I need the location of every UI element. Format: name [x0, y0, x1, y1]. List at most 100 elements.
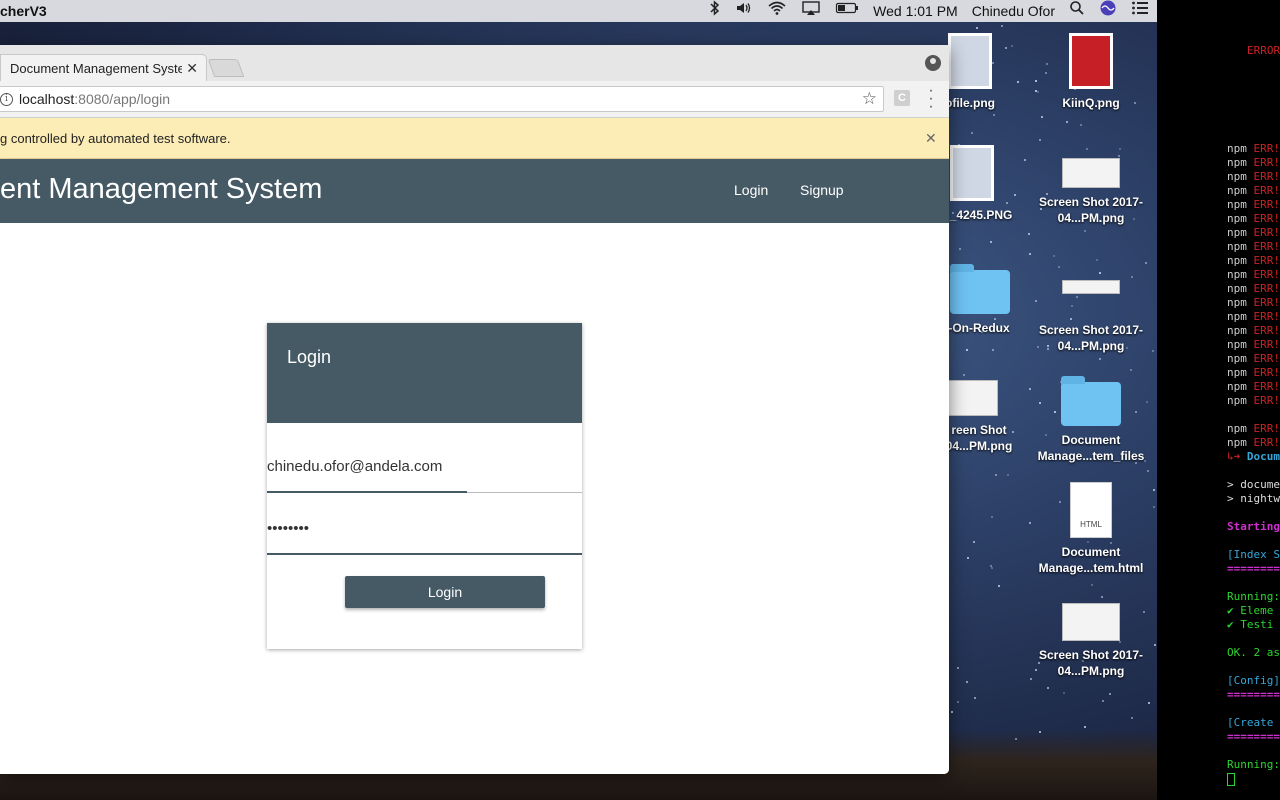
desktop-file-screenshot-4[interactable]: Screen Shot 2017-04...PM.png — [1036, 603, 1146, 679]
menu-bar-status-items: Wed 1:01 PM Chinedu Ofor — [709, 0, 1149, 22]
star — [970, 132, 973, 135]
star — [975, 27, 978, 30]
desktop-icon-label: Document Manage...tem.html — [1038, 545, 1144, 575]
npm-error-line: npm ERR! — [1227, 310, 1280, 323]
desktop-icon-label: Screen Shot 2017-04...PM.png — [1038, 323, 1144, 353]
profile-icon[interactable] — [925, 55, 941, 71]
star — [1047, 686, 1050, 689]
star — [957, 701, 960, 704]
star — [965, 681, 968, 684]
airplay-icon[interactable] — [801, 0, 821, 22]
star — [950, 710, 953, 713]
npm-error-line: npm ERR! — [1227, 184, 1280, 197]
star — [989, 241, 992, 244]
terminal-divider: ========= — [1227, 562, 1280, 575]
star — [1146, 469, 1149, 472]
star — [967, 556, 970, 559]
extension-icon[interactable]: C — [894, 90, 910, 106]
email-underline — [267, 491, 467, 493]
star — [1085, 148, 1088, 151]
password-input-value: •••••••• — [267, 520, 310, 537]
password-underline — [267, 553, 467, 555]
address-bar[interactable]: i localhost:8080/app/login ☆ — [0, 86, 884, 112]
menu-bar-clock[interactable]: Wed 1:01 PM — [873, 3, 958, 19]
star — [963, 373, 966, 376]
tab-strip: Document Management Syster ✕ — [0, 45, 949, 81]
npm-error-line: npm ERR! — [1227, 436, 1280, 449]
npm-error-line: npm ERR! — [1227, 380, 1280, 393]
folder-icon — [950, 264, 1010, 314]
browser-toolbar: i localhost:8080/app/login ☆ C · · · — [0, 81, 949, 118]
npm-error-line: npm ERR! — [1227, 268, 1280, 281]
login-submit-button[interactable]: Login — [345, 576, 545, 608]
desktop-icon-label: _4245.PNG — [949, 208, 1013, 222]
screenshot-thumbnail — [1062, 280, 1120, 294]
terminal-window[interactable]: a ERROR a a npm ERR!npm ERR!npm ERR!npm … — [1157, 0, 1280, 800]
menu-bar-user[interactable]: Chinedu Ofor — [972, 3, 1055, 19]
npm-error-line: npm ERR! — [1227, 212, 1280, 225]
desktop-icon-label: Screen Shot 2017-04...PM.png — [1038, 648, 1144, 678]
star — [992, 114, 995, 117]
page-content: Login chinedu.ofor@andela.com •••••••• L… — [0, 223, 949, 774]
notification-center-icon[interactable] — [1131, 0, 1149, 22]
star — [973, 541, 976, 544]
browser-menu-icon[interactable]: · · · — [925, 83, 937, 115]
desktop-file-screenshot-1[interactable]: Screen Shot 2017-04...PM.png — [1036, 158, 1146, 226]
npm-error-line: npm ERR! — [1227, 324, 1280, 337]
file-type-badge: HTML — [1080, 520, 1102, 529]
new-tab-button[interactable] — [207, 59, 245, 77]
desktop-file-kiinq[interactable]: KiinQ.png — [1036, 33, 1146, 111]
volume-icon[interactable] — [735, 0, 753, 22]
battery-icon[interactable] — [835, 0, 859, 22]
active-app-name[interactable]: cherV3 — [0, 3, 47, 19]
nav-signup-link[interactable]: Signup — [800, 182, 844, 198]
star — [1090, 584, 1093, 587]
siri-icon[interactable] — [1099, 0, 1117, 23]
star — [1130, 276, 1133, 279]
terminal-line: ERROR — [1247, 44, 1280, 57]
screenshot-thumbnail — [948, 380, 998, 416]
star — [998, 584, 1001, 587]
terminal-cursor[interactable] — [1227, 772, 1235, 786]
desktop-folder-document-files[interactable]: Document Manage...tem_files — [1036, 376, 1146, 464]
npm-error-line: npm ERR! — [1227, 254, 1280, 267]
desktop-icon-label: Document Manage...tem_files — [1037, 433, 1145, 463]
info-icon[interactable]: i — [0, 93, 13, 106]
star — [1099, 358, 1102, 361]
email-field[interactable]: chinedu.ofor@andela.com — [267, 445, 582, 493]
terminal-line: [Create — [1227, 716, 1274, 729]
password-field[interactable]: •••••••• — [267, 507, 582, 555]
star — [990, 567, 993, 570]
browser-tab[interactable]: Document Management Syster ✕ — [0, 54, 207, 81]
npm-error-line: npm ERR! — [1227, 226, 1280, 239]
automation-infobar: g controlled by automated test software.… — [0, 118, 949, 159]
npm-error-line: npm ERR! — [1227, 240, 1280, 253]
app-brand[interactable]: ent Management System — [0, 173, 322, 206]
bluetooth-icon[interactable] — [709, 0, 721, 22]
npm-error-line: npm ERR! — [1227, 142, 1280, 155]
nav-login-link[interactable]: Login — [734, 182, 768, 198]
spotlight-search-icon[interactable] — [1069, 0, 1085, 22]
wifi-icon[interactable] — [767, 0, 787, 22]
login-card: Login chinedu.ofor@andela.com •••••••• L… — [267, 323, 582, 649]
star — [1065, 121, 1068, 124]
star — [1040, 116, 1043, 119]
terminal-line: OK. 2 as — [1227, 646, 1280, 659]
npm-error-line: npm ERR! — [1227, 170, 1280, 183]
star — [1130, 717, 1133, 720]
bookmark-star-icon[interactable]: ☆ — [862, 89, 877, 109]
npm-error-line: npm ERR! — [1227, 352, 1280, 365]
star — [990, 515, 993, 518]
star — [1118, 148, 1121, 151]
desktop-file-screenshot-2[interactable]: Screen Shot 2017-04...PM.png — [1036, 280, 1146, 354]
image-thumbnail — [948, 33, 992, 89]
infobar-close-icon[interactable]: ✕ — [925, 130, 937, 147]
terminal-line: a — [1262, 58, 1280, 72]
desktop-icon-label: ofile.png — [945, 96, 995, 110]
login-card-header: Login — [267, 323, 582, 423]
browser-window: Document Management Syster ✕ i localhost… — [0, 45, 949, 774]
screenshot-thumbnail — [1062, 158, 1120, 188]
tab-close-icon[interactable]: ✕ — [186, 60, 198, 77]
image-thumbnail — [1069, 33, 1113, 89]
desktop-file-document-html[interactable]: HTML Document Manage...tem.html — [1036, 482, 1146, 576]
